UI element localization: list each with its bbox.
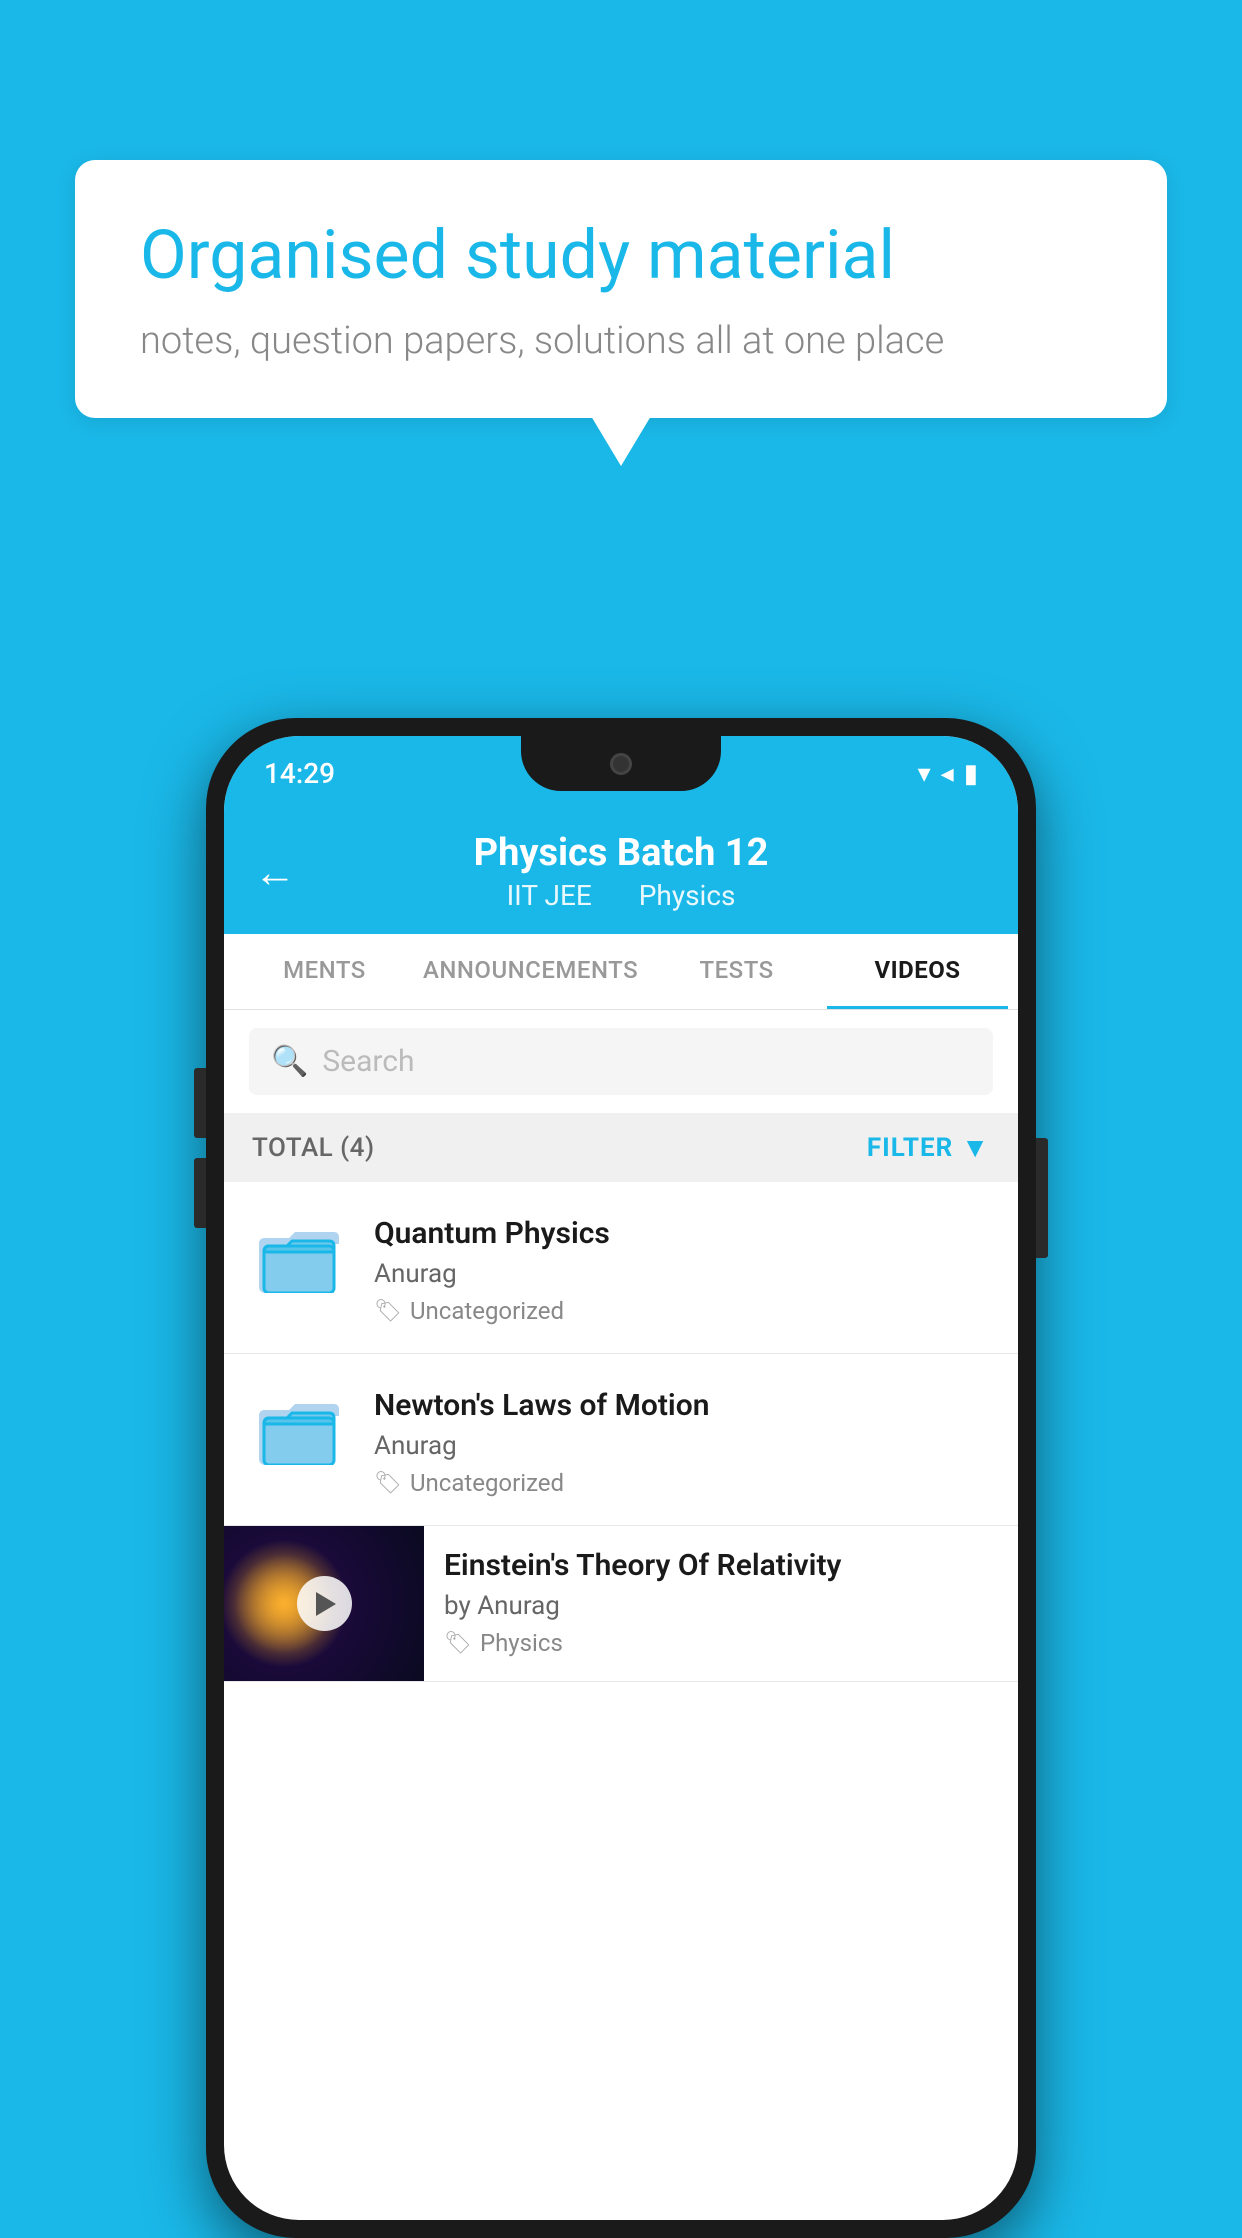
notch (521, 736, 721, 791)
video-info: Einstein's Theory Of Relativity by Anura… (424, 1526, 1018, 1679)
battery-icon: ▮ (964, 759, 978, 789)
status-time: 14:29 (264, 757, 335, 790)
video-author: Anurag (374, 1259, 993, 1289)
video-tag: 🏷 Uncategorized (374, 1469, 993, 1497)
tab-tests[interactable]: TESTS (646, 934, 827, 1009)
speech-bubble: Organised study material notes, question… (75, 160, 1167, 418)
speech-bubble-subtitle: notes, question papers, solutions all at… (140, 319, 1102, 363)
video-list: Quantum Physics Anurag 🏷 Uncategorized (224, 1182, 1018, 1682)
tag-icon: 🏷 (444, 1631, 472, 1656)
tag-icon: 🏷 (374, 1299, 402, 1324)
header-physics: Physics (639, 879, 736, 912)
video-tag: 🏷 Physics (444, 1629, 998, 1657)
search-container: 🔍 Search (224, 1010, 1018, 1113)
status-bar: 14:29 ▾ ◂ ▮ (224, 736, 1018, 811)
app-header: ← Physics Batch 12 IIT JEE Physics (224, 811, 1018, 934)
tab-announcements[interactable]: ANNOUNCEMENTS (415, 934, 646, 1009)
video-author: Anurag (374, 1431, 993, 1461)
tabs-bar: MENTS ANNOUNCEMENTS TESTS VIDEOS (224, 934, 1018, 1010)
header-iit-jee: IIT JEE (507, 879, 592, 912)
tab-videos[interactable]: VIDEOS (827, 934, 1008, 1009)
search-bar[interactable]: 🔍 Search (249, 1028, 993, 1095)
video-title: Newton's Laws of Motion (374, 1388, 993, 1423)
video-thumbnail (224, 1526, 424, 1681)
search-placeholder: Search (322, 1044, 414, 1079)
volume-down-button[interactable] (194, 1158, 206, 1228)
volume-up-button[interactable] (194, 1068, 206, 1138)
video-info: Quantum Physics Anurag 🏷 Uncategorized (374, 1210, 993, 1325)
list-item[interactable]: Newton's Laws of Motion Anurag 🏷 Uncateg… (224, 1354, 1018, 1526)
video-info: Newton's Laws of Motion Anurag 🏷 Uncateg… (374, 1382, 993, 1497)
filter-button[interactable]: FILTER ▼ (867, 1131, 990, 1164)
back-button[interactable]: ← (254, 848, 296, 897)
total-count: TOTAL (4) (252, 1133, 375, 1163)
phone-outer: 14:29 ▾ ◂ ▮ ← Physics Batch 12 IIT JEE P… (206, 718, 1036, 2238)
header-subtitle: IIT JEE Physics (264, 879, 978, 912)
status-icons: ▾ ◂ ▮ (918, 759, 978, 789)
play-button[interactable] (297, 1576, 352, 1631)
video-title: Quantum Physics (374, 1216, 993, 1251)
header-title: Physics Batch 12 (264, 831, 978, 875)
folder-icon (249, 1382, 349, 1472)
list-item[interactable]: Einstein's Theory Of Relativity by Anura… (224, 1526, 1018, 1682)
list-item[interactable]: Quantum Physics Anurag 🏷 Uncategorized (224, 1182, 1018, 1354)
search-icon: 🔍 (271, 1044, 308, 1079)
video-tag: 🏷 Uncategorized (374, 1297, 993, 1325)
filter-label: FILTER (867, 1133, 953, 1163)
filter-bar: TOTAL (4) FILTER ▼ (224, 1113, 1018, 1182)
signal-icon: ◂ (941, 759, 954, 789)
speech-bubble-title: Organised study material (140, 215, 1102, 297)
video-title: Einstein's Theory Of Relativity (444, 1548, 998, 1583)
play-icon (316, 1592, 336, 1616)
tag-label: Uncategorized (410, 1297, 564, 1325)
power-button[interactable] (1036, 1138, 1048, 1258)
phone-frame: 14:29 ▾ ◂ ▮ ← Physics Batch 12 IIT JEE P… (206, 718, 1036, 2238)
wifi-icon: ▾ (918, 759, 931, 789)
camera-icon (610, 753, 632, 775)
tag-icon: 🏷 (374, 1471, 402, 1496)
folder-icon (249, 1210, 349, 1300)
tag-label: Uncategorized (410, 1469, 564, 1497)
video-author: by Anurag (444, 1591, 998, 1621)
tab-ments[interactable]: MENTS (234, 934, 415, 1009)
speech-bubble-container: Organised study material notes, question… (75, 160, 1167, 418)
tag-label: Physics (480, 1629, 563, 1657)
filter-icon: ▼ (961, 1131, 990, 1164)
phone-screen: 14:29 ▾ ◂ ▮ ← Physics Batch 12 IIT JEE P… (224, 736, 1018, 2220)
